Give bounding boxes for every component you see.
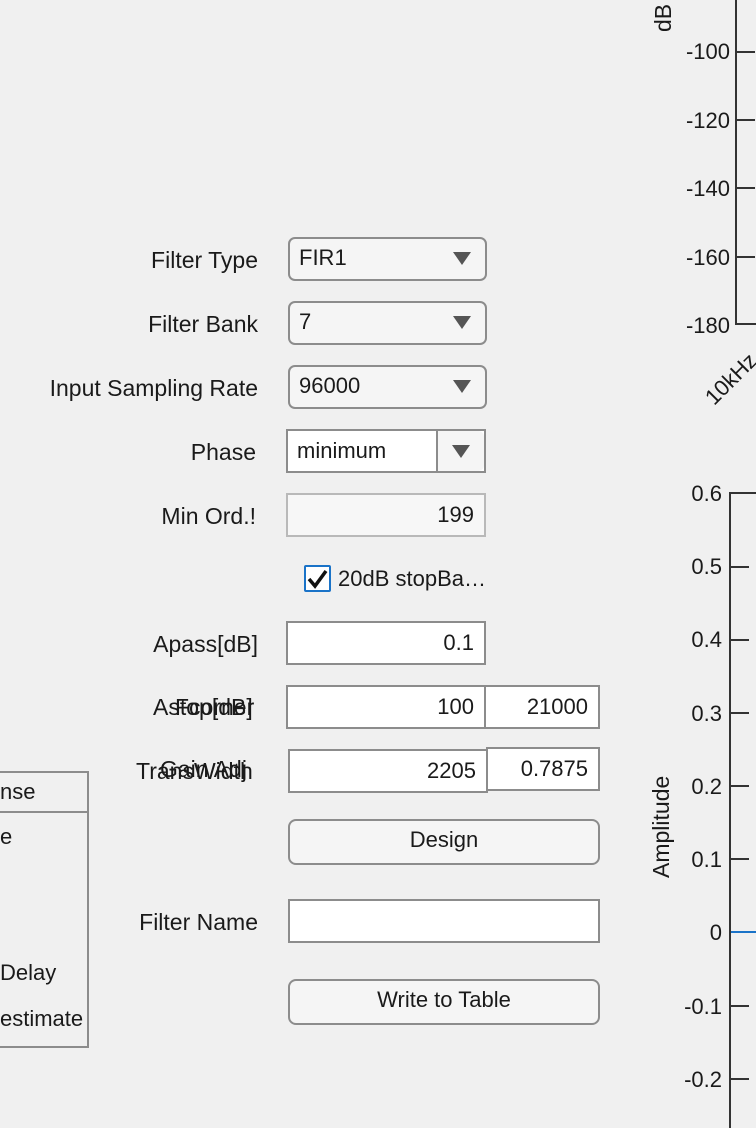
response-list-item[interactable]: e — [0, 824, 12, 850]
transwidth-input[interactable]: 2205 — [288, 749, 488, 793]
filter-bank-value: 7 — [299, 309, 312, 334]
phase-combobox[interactable]: minimum — [286, 429, 486, 473]
amplitude-tick-mark — [731, 785, 749, 787]
magnitude-xtick-label: 10kHz — [700, 347, 756, 410]
filter-name-label: Filter Name — [139, 909, 258, 935]
phase-label: Phase — [190, 439, 256, 465]
amplitude-tick-mark — [731, 566, 749, 568]
filter-type-label: Filter Type — [151, 247, 258, 273]
magnitude-axis-line — [735, 0, 737, 325]
chevron-down-icon — [453, 316, 471, 329]
chevron-down-icon — [452, 445, 470, 458]
chevron-down-icon — [453, 380, 471, 393]
magnitude-tick-mark — [737, 187, 755, 189]
sampling-rate-dropdown[interactable]: 96000 — [288, 365, 487, 409]
response-list-header-text: nse — [0, 779, 36, 804]
filter-name-input[interactable] — [288, 899, 600, 943]
magnitude-tick-mark — [737, 256, 755, 258]
min-order-field: 199 — [286, 493, 486, 537]
amplitude-tick-mark — [731, 1078, 749, 1080]
phase-dropdown-button[interactable] — [436, 431, 484, 471]
magnitude-axis-bottom — [735, 323, 756, 325]
filter-bank-label: Filter Bank — [148, 311, 258, 337]
response-list-item[interactable]: Delay — [0, 960, 56, 986]
write-to-table-button[interactable]: Write to Table — [288, 979, 600, 1025]
astop-input[interactable]: 100 — [286, 685, 486, 729]
amplitude-tick-label: 0.4 — [691, 627, 722, 652]
amplitude-tick-label: 0.1 — [691, 847, 722, 872]
apass-label: Apass[dB] — [153, 631, 258, 657]
amplitude-tick-mark — [731, 639, 749, 641]
magnitude-tick-label: -160 — [685, 245, 730, 270]
filter-bank-dropdown[interactable]: 7 — [288, 301, 487, 345]
gain-adj-label: Gain Adj — [160, 756, 247, 782]
design-button[interactable]: Design — [288, 819, 600, 865]
sampling-rate-label: Input Sampling Rate — [49, 375, 258, 401]
magnitude-tick-mark — [737, 51, 755, 53]
amplitude-zero-line — [731, 931, 756, 933]
chevron-down-icon — [453, 252, 471, 265]
fcorner-input[interactable]: 21000 — [484, 685, 600, 729]
stopband-checkbox[interactable] — [304, 565, 331, 592]
amplitude-axis-line — [729, 492, 731, 1128]
min-order-label: Min Ord.! — [161, 503, 256, 529]
filter-type-dropdown[interactable]: FIR1 — [288, 237, 487, 281]
magnitude-tick-label: -140 — [685, 176, 730, 201]
amplitude-tick-mark — [731, 1005, 749, 1007]
amplitude-tick-mark — [731, 858, 749, 860]
amplitude-tick-label: 0.3 — [691, 701, 722, 726]
amplitude-axis-top — [729, 492, 756, 494]
amplitude-tick-label: -0.2 — [684, 1067, 722, 1092]
apass-input[interactable]: 0.1 — [286, 621, 486, 665]
fcorner-label: Fcorner — [175, 694, 255, 720]
filter-type-value: FIR1 — [299, 245, 347, 270]
magnitude-tick-label: -180 — [685, 313, 730, 338]
amplitude-tick-label: 0 — [709, 920, 722, 945]
amplitude-tick-mark — [731, 712, 749, 714]
amplitude-tick-label: -0.1 — [684, 994, 722, 1019]
gain-adj-input[interactable]: 0.7875 — [486, 747, 600, 791]
magnitude-plot-ylabel: dB — [650, 3, 676, 32]
stopband-checkbox-label[interactable]: 20dB stopBa… — [338, 566, 486, 592]
checkmark-icon — [307, 569, 328, 589]
magnitude-tick-mark — [737, 119, 755, 121]
magnitude-tick-label: -100 — [685, 39, 730, 64]
amplitude-tick-label: 0.2 — [691, 774, 722, 799]
response-list-item[interactable]: estimate — [0, 1006, 83, 1032]
sampling-rate-value: 96000 — [299, 373, 361, 398]
amplitude-tick-label: 0.6 — [691, 481, 722, 506]
amplitude-tick-label: 0.5 — [691, 554, 722, 579]
phase-value[interactable]: minimum — [297, 438, 386, 464]
magnitude-tick-label: -120 — [685, 108, 730, 133]
